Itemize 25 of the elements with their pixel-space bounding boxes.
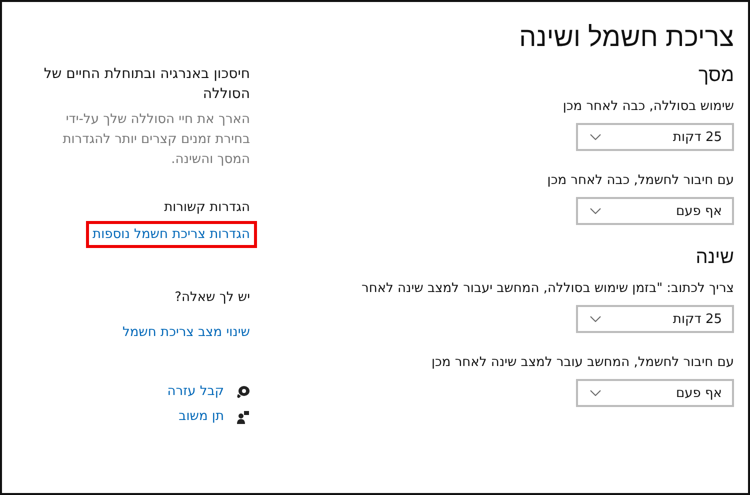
section-heading: שינה	[694, 247, 734, 269]
chevron-down-icon	[590, 208, 601, 214]
chevron-down-icon	[590, 390, 601, 396]
help-bubble-icon	[236, 384, 250, 398]
dropdown[interactable]: אף פעם	[576, 379, 734, 407]
tip-text: הארך את חיי הסוללה שלך על-ידי בחירת זמנים קצרים יותר להגדרות המסך והשינה.	[62, 111, 250, 169]
person-feedback-icon	[236, 410, 250, 424]
chevron-down-icon	[590, 316, 601, 322]
settings-link[interactable]: הגדרות צריכת חשמל נוספות	[86, 221, 257, 248]
setting-label: שימוש בסוללה, כבה לאחר מכן	[562, 99, 734, 114]
dropdown[interactable]: אף פעם	[576, 197, 734, 225]
setting-label: עם חיבור לחשמל, המחשב עובר למצב שינה לאחר מכן	[430, 355, 734, 370]
page-title: צריכת חשמל ושינה	[518, 22, 734, 53]
dropdown[interactable]: 25 דקות	[576, 305, 734, 333]
help-link[interactable]: תן משוב	[178, 409, 224, 424]
help-link[interactable]: קבל עזרה	[167, 384, 224, 399]
tip-heading: חיסכון באנרגיה ובתוחלת החיים של הסוללה	[42, 65, 250, 104]
chevron-down-icon	[590, 134, 601, 140]
group-heading: יש לך שאלה?	[174, 290, 250, 305]
section-heading: מסך	[698, 65, 734, 87]
setting-label: עם חיבור לחשמל, כבה לאחר מכן	[546, 173, 734, 188]
dropdown[interactable]: 25 דקות	[576, 123, 734, 151]
setting-label: צריך לכתוב: "בזמן שימוש בסוללה, המחשב יעבור למצב שינה לאחר	[360, 281, 734, 296]
settings-link[interactable]: שינוי מצב צריכת חשמל	[115, 319, 257, 346]
group-heading: הגדרות קשורות	[164, 200, 250, 215]
